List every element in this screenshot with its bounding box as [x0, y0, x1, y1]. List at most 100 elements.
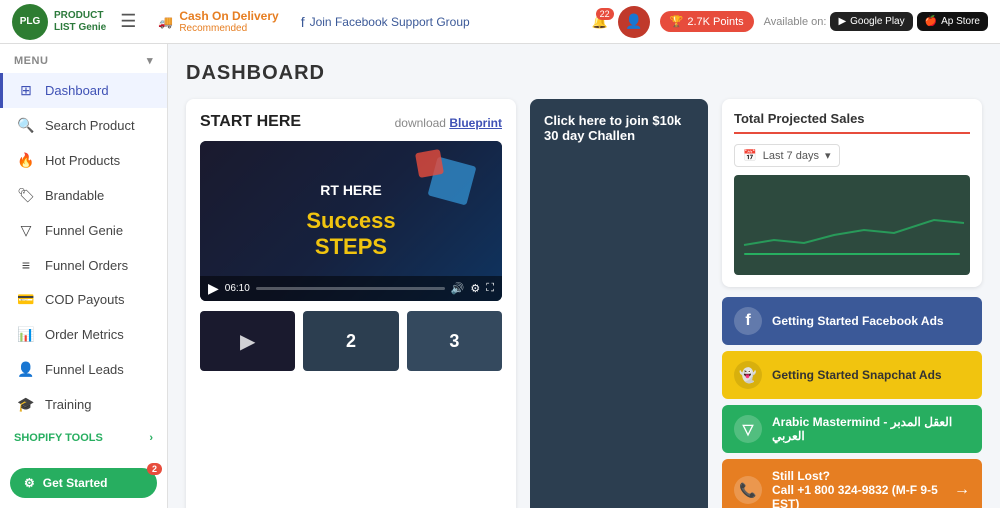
- facebook-action-text: Getting Started Facebook Ads: [772, 314, 970, 328]
- support-title: Still Lost?: [772, 469, 944, 483]
- thumbnail-1[interactable]: ▶: [200, 311, 295, 371]
- action-cards: f Getting Started Facebook Ads 👻 Getting…: [722, 297, 982, 508]
- projected-sales-card: Total Projected Sales 📅 Last 7 days ▾: [722, 99, 982, 287]
- fire-icon: 🔥: [17, 152, 35, 169]
- sidebar-item-search-product[interactable]: 🔍 Search Product: [0, 108, 167, 143]
- start-here-card: START HERE download Blueprint RT HERE Su…: [186, 99, 516, 508]
- chevron-down-icon: ▾: [825, 149, 831, 162]
- chart-svg: [734, 175, 970, 275]
- phone-icon: 📞: [734, 476, 762, 504]
- video-success-text: SuccessSTEPS: [306, 208, 395, 260]
- thumbnail-2[interactable]: 2: [303, 311, 398, 371]
- search-icon: 🔍: [17, 117, 35, 134]
- menu-chevron: ▾: [147, 54, 153, 67]
- chart-icon: 📊: [17, 326, 35, 343]
- action-card-snapchat[interactable]: 👻 Getting Started Snapchat Ads: [722, 351, 982, 399]
- notification-bell[interactable]: 🔔 22: [591, 14, 607, 30]
- menu-text: MENU: [14, 55, 48, 67]
- topnav-right: 🔔 22 👤 🏆 2.7K Points Available on: ▶ Goo…: [591, 6, 988, 38]
- calendar-icon: 📅: [743, 149, 757, 162]
- google-play-icon: ▶: [838, 16, 846, 27]
- video-content: RT HERE SuccessSTEPS: [306, 182, 395, 260]
- sidebar-item-brandable[interactable]: 🏷 Brandable: [0, 178, 167, 213]
- hamburger-icon[interactable]: ☰: [120, 11, 136, 32]
- volume-icon[interactable]: 🔊: [451, 282, 465, 295]
- settings-icon[interactable]: ⚙: [470, 282, 480, 295]
- sidebar-item-brandable-label: Brandable: [45, 188, 104, 203]
- cod-nav-link[interactable]: 🚚 Cash On Delivery Recommended: [150, 5, 286, 38]
- sidebar-item-hot-products[interactable]: 🔥 Hot Products: [0, 143, 167, 178]
- sidebar-item-funnel-genie[interactable]: ▽ Funnel Genie: [0, 213, 167, 248]
- points-button[interactable]: 🏆 2.7K Points: [660, 11, 754, 32]
- sidebar-item-funnel-orders[interactable]: ≡ Funnel Orders: [0, 248, 167, 282]
- action-card-facebook[interactable]: f Getting Started Facebook Ads: [722, 297, 982, 345]
- logo-text: PRODUCT LIST Genie: [54, 10, 106, 34]
- content-row: START HERE download Blueprint RT HERE Su…: [186, 99, 982, 508]
- progress-bar[interactable]: [256, 287, 445, 290]
- arrow-right-icon: →: [954, 481, 970, 499]
- sidebar-item-dashboard[interactable]: ⊞ Dashboard: [0, 73, 167, 108]
- video-controls: ▶ 06:10 🔊 ⚙ ⛶: [200, 276, 502, 301]
- app-store-button[interactable]: 🍎 Ap Store: [917, 12, 988, 31]
- right-panel: Total Projected Sales 📅 Last 7 days ▾: [722, 99, 982, 508]
- snapchat-action-label: Getting Started Snapchat Ads: [772, 368, 942, 382]
- training-icon: 🎓: [17, 396, 35, 413]
- fullscreen-icon[interactable]: ⛶: [486, 282, 494, 295]
- date-filter[interactable]: 📅 Last 7 days ▾: [734, 144, 840, 167]
- sidebar-item-order-metrics-label: Order Metrics: [45, 327, 124, 342]
- logo[interactable]: PLG PRODUCT LIST Genie: [12, 4, 106, 40]
- play-button[interactable]: ▶: [208, 280, 219, 297]
- support-action-text: Still Lost? Call +1 800 324-9832 (M-F 9-…: [772, 469, 944, 508]
- blueprint-link[interactable]: Blueprint: [449, 116, 502, 130]
- thumbnail-row: ▶ 2 3: [200, 311, 502, 371]
- date-filter-label: Last 7 days: [763, 150, 819, 162]
- action-card-support[interactable]: 📞 Still Lost? Call +1 800 324-9832 (M-F …: [722, 459, 982, 508]
- snapchat-action-text: Getting Started Snapchat Ads: [772, 368, 970, 382]
- video-title-text: RT HERE: [306, 182, 395, 198]
- chart-area: [734, 175, 970, 275]
- avatar[interactable]: 👤: [618, 6, 650, 38]
- google-play-label: Google Play: [850, 16, 904, 27]
- facebook-icon: f: [734, 307, 762, 335]
- card-icon: 💳: [17, 291, 35, 308]
- page-header: DASHBOARD: [186, 62, 982, 85]
- get-started-icon: ⚙: [24, 476, 35, 490]
- app-store-label: Ap Store: [941, 16, 980, 27]
- action-card-arabic[interactable]: ▽ Arabic Mastermind - العقل المدبر العرب…: [722, 405, 982, 453]
- get-started-badge: 2: [147, 463, 162, 475]
- sidebar-item-search-product-label: Search Product: [45, 118, 135, 133]
- funnel-icon: ▽: [17, 222, 35, 239]
- sidebar-item-hot-products-label: Hot Products: [45, 153, 120, 168]
- sidebar-item-cod-payouts[interactable]: 💳 COD Payouts: [0, 282, 167, 317]
- get-started-button[interactable]: ⚙ Get Started 2: [10, 468, 157, 498]
- snapchat-icon: 👻: [734, 361, 762, 389]
- start-here-header: START HERE download Blueprint: [200, 113, 502, 131]
- facebook-support-link[interactable]: f Join Facebook Support Group: [301, 14, 470, 30]
- start-here-title: START HERE: [200, 113, 301, 131]
- arabic-icon: ▽: [734, 415, 762, 443]
- notification-badge: 22: [596, 8, 614, 20]
- app-store-area: Available on: ▶ Google Play 🍎 Ap Store: [764, 12, 988, 31]
- apple-icon: 🍎: [925, 16, 937, 27]
- sidebar-item-training-label: Training: [45, 397, 91, 412]
- sidebar-item-training[interactable]: 🎓 Training: [0, 387, 167, 422]
- sidebar-item-order-metrics[interactable]: 📊 Order Metrics: [0, 317, 167, 352]
- points-label: 2.7K Points: [687, 16, 743, 28]
- fb-link-text: Join Facebook Support Group: [310, 15, 470, 29]
- sidebar-item-cod-payouts-label: COD Payouts: [45, 292, 124, 307]
- challenge-text: Click here to join $10k 30 day Challen: [544, 113, 694, 143]
- sidebar: MENU ▾ ⊞ Dashboard 🔍 Search Product 🔥 Ho…: [0, 44, 168, 508]
- google-play-button[interactable]: ▶ Google Play: [830, 12, 912, 31]
- thumbnail-3[interactable]: 3: [407, 311, 502, 371]
- sidebar-item-funnel-leads[interactable]: 👤 Funnel Leads: [0, 352, 167, 387]
- video-container: RT HERE SuccessSTEPS ▶ 06:10 🔊 ⚙ ⛶: [200, 141, 502, 301]
- sidebar-item-funnel-leads-label: Funnel Leads: [45, 362, 124, 377]
- logo-icon: PLG: [12, 4, 48, 40]
- topnav-left: PLG PRODUCT LIST Genie ☰ 🚚 Cash On Deliv…: [12, 4, 470, 40]
- available-on-text: Available on:: [764, 16, 827, 28]
- facebook-icon: f: [301, 14, 305, 30]
- support-sub: Call +1 800 324-9832 (M-F 9-5 EST): [772, 483, 944, 508]
- top-navigation: PLG PRODUCT LIST Genie ☰ 🚚 Cash On Deliv…: [0, 0, 1000, 44]
- challenge-card[interactable]: Click here to join $10k 30 day Challen: [530, 99, 708, 508]
- download-text: download: [395, 116, 450, 130]
